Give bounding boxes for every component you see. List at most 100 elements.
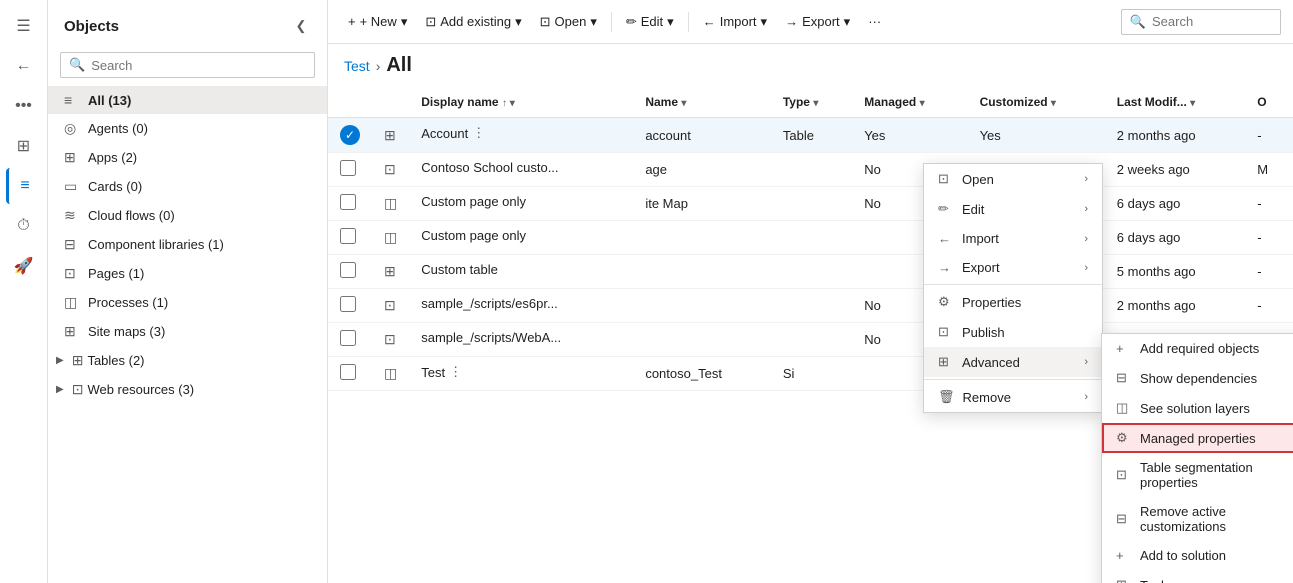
list-icon[interactable]: ≡ <box>6 168 42 204</box>
edit-icon: ✏ <box>626 14 637 30</box>
history-icon[interactable]: ⏱ <box>6 208 42 244</box>
processes-icon: ◫ <box>64 294 80 311</box>
table-row[interactable]: ⊡sample_/scripts/es6pr...No2 months ago- <box>328 289 1293 323</box>
row-type <box>771 187 852 221</box>
sub-ctx-label: Remove active customizations <box>1140 504 1293 534</box>
sub-ctx-add-required[interactable]: + Add required objects <box>1102 334 1293 363</box>
sub-ctx-tools[interactable]: ⊞ Tools › <box>1102 570 1293 583</box>
breadcrumb-parent[interactable]: Test <box>344 58 370 74</box>
row-more-button[interactable]: ⋮ <box>449 364 462 380</box>
managed-header[interactable]: Managed ▾ <box>852 87 967 118</box>
sidebar-item-apps[interactable]: ⊞ Apps (2) <box>48 143 327 172</box>
edit-button[interactable]: ✏ Edit ▾ <box>618 10 682 34</box>
plus-icon: + <box>348 14 356 29</box>
sub-ctx-managed-props[interactable]: ⚙ Managed properties <box>1102 423 1293 453</box>
name-header[interactable]: Name ▾ <box>633 87 771 118</box>
sidebar-item-agents[interactable]: ◎ Agents (0) <box>48 114 327 143</box>
import-button[interactable]: ← Import ▾ <box>695 10 775 34</box>
sidebar-item-sitemaps[interactable]: ⊞ Site maps (3) <box>48 317 327 346</box>
row-checkbox[interactable] <box>340 364 356 380</box>
row-customized: Yes <box>968 118 1105 153</box>
customized-header[interactable]: Customized ▾ <box>968 87 1105 118</box>
row-checkbox[interactable] <box>340 194 356 210</box>
type-header[interactable]: Type ▾ <box>771 87 852 118</box>
sub-ctx-label: Add to solution <box>1140 548 1226 563</box>
sub-ctx-table-seg[interactable]: ⊡ Table segmentation properties <box>1102 453 1293 497</box>
sidebar-item-processes[interactable]: ◫ Processes (1) <box>48 288 327 317</box>
row-checkbox[interactable] <box>340 228 356 244</box>
ctx-import[interactable]: ← Import › <box>924 224 1102 253</box>
row-checkbox[interactable] <box>340 296 356 312</box>
import-dropdown-icon: ▾ <box>761 14 768 30</box>
ctx-publish[interactable]: ⊡ Publish <box>924 317 1102 347</box>
row-display-name: Account ⋮ <box>409 118 633 148</box>
export-icon: → <box>938 260 954 275</box>
webresources-icon: ⊡ <box>72 381 84 398</box>
row-checkbox[interactable] <box>340 330 356 346</box>
sub-ctx-add-solution[interactable]: + Add to solution <box>1102 541 1293 570</box>
table-row[interactable]: ⊞Custom tableYes5 months ago- <box>328 255 1293 289</box>
arrow-icon: › <box>1084 356 1088 368</box>
selected-check: ✓ <box>340 125 360 145</box>
other-header: O <box>1245 87 1293 118</box>
table-row[interactable]: ✓⊞Account ⋮accountTableYesYes2 months ag… <box>328 118 1293 153</box>
ctx-edit[interactable]: ✏ Edit › <box>924 194 1102 224</box>
row-more-button[interactable]: ⋮ <box>472 125 485 141</box>
sidebar-close-button[interactable]: ❮ <box>287 12 315 40</box>
row-type <box>771 323 852 357</box>
sidebar-item-label: All (13) <box>88 93 315 108</box>
row-checkbox[interactable] <box>340 160 356 176</box>
components-icon[interactable]: ⊞ <box>6 128 42 164</box>
select-all-header[interactable] <box>328 87 372 118</box>
rocket-icon[interactable]: 🚀 <box>6 248 42 284</box>
sidebar-item-label: Cloud flows (0) <box>88 208 315 223</box>
row-checkbox[interactable] <box>340 262 356 278</box>
sidebar-search-box[interactable]: 🔍 <box>60 52 315 78</box>
row-type-icon: ⊞ <box>384 127 396 143</box>
sidebar-item-cloudflows[interactable]: ≋ Cloud flows (0) <box>48 201 327 230</box>
complibs-icon: ⊟ <box>64 236 80 253</box>
ctx-advanced[interactable]: ⊞ Advanced › <box>924 347 1102 377</box>
row-last_modified: 5 months ago <box>1105 255 1246 289</box>
display-name-header[interactable]: Display name ↑ ▾ <box>409 87 633 118</box>
row-other: - <box>1245 289 1293 323</box>
sidebar-item-webresources[interactable]: ▶ ⊡ Web resources (3) <box>48 375 327 404</box>
row-name: contoso_Test <box>633 357 771 391</box>
export-button[interactable]: → Export ▾ <box>777 10 858 34</box>
table-row[interactable]: ◫Custom page onlyite MapNoYes6 days ago- <box>328 187 1293 221</box>
sort-icon: ▾ <box>1051 98 1056 109</box>
sub-ctx-solution-layers[interactable]: ◫ See solution layers <box>1102 393 1293 423</box>
hamburger-icon[interactable]: ☰ <box>6 8 42 44</box>
more-dots-icon[interactable]: ••• <box>6 88 42 124</box>
ctx-export[interactable]: → Export › <box>924 253 1102 282</box>
ctx-open[interactable]: ⊡ Open › <box>924 164 1102 194</box>
ctx-properties-label: Properties <box>962 295 1021 310</box>
sidebar-item-complibs[interactable]: ⊟ Component libraries (1) <box>48 230 327 259</box>
sub-context-menu: + Add required objects ⊟ Show dependenci… <box>1101 333 1293 583</box>
add-existing-button[interactable]: ⊡ Add existing ▾ <box>417 10 529 34</box>
search-input[interactable] <box>91 58 306 73</box>
sidebar-item-tables[interactable]: ▶ ⊞ Tables (2) <box>48 346 327 375</box>
last-modified-header[interactable]: Last Modif... ▾ <box>1105 87 1246 118</box>
table-row[interactable]: ◫Custom page onlyYes6 days ago- <box>328 221 1293 255</box>
row-type-icon: ◫ <box>384 195 397 211</box>
toolbar-search-input[interactable] <box>1152 14 1272 29</box>
sidebar-item-cards[interactable]: ▭ Cards (0) <box>48 172 327 201</box>
sidebar-title: Objects <box>64 18 119 35</box>
sub-ctx-remove-active[interactable]: ⊟ Remove active customizations <box>1102 497 1293 541</box>
open-button[interactable]: ⊡ Open ▾ <box>532 10 605 34</box>
new-button[interactable]: + + New ▾ <box>340 10 415 34</box>
sidebar-item-pages[interactable]: ⊡ Pages (1) <box>48 259 327 288</box>
arrow-icon: › <box>1084 173 1088 185</box>
advanced-icon: ⊞ <box>938 354 954 370</box>
sidebar-item-all[interactable]: ≡ All (13) <box>48 86 327 114</box>
ctx-properties[interactable]: ⚙ Properties <box>924 287 1102 317</box>
more-button[interactable]: ··· <box>860 10 889 33</box>
table-row[interactable]: ⊡Contoso School custo...ageNoYes2 weeks … <box>328 153 1293 187</box>
sub-ctx-show-deps[interactable]: ⊟ Show dependencies <box>1102 363 1293 393</box>
ctx-remove[interactable]: 🗑 Remove › <box>924 382 1102 412</box>
toolbar-search-box[interactable]: 🔍 <box>1121 9 1281 35</box>
back-icon[interactable]: ← <box>6 48 42 84</box>
ctx-remove-label: Remove <box>963 390 1011 405</box>
import-icon: ← <box>703 14 716 29</box>
